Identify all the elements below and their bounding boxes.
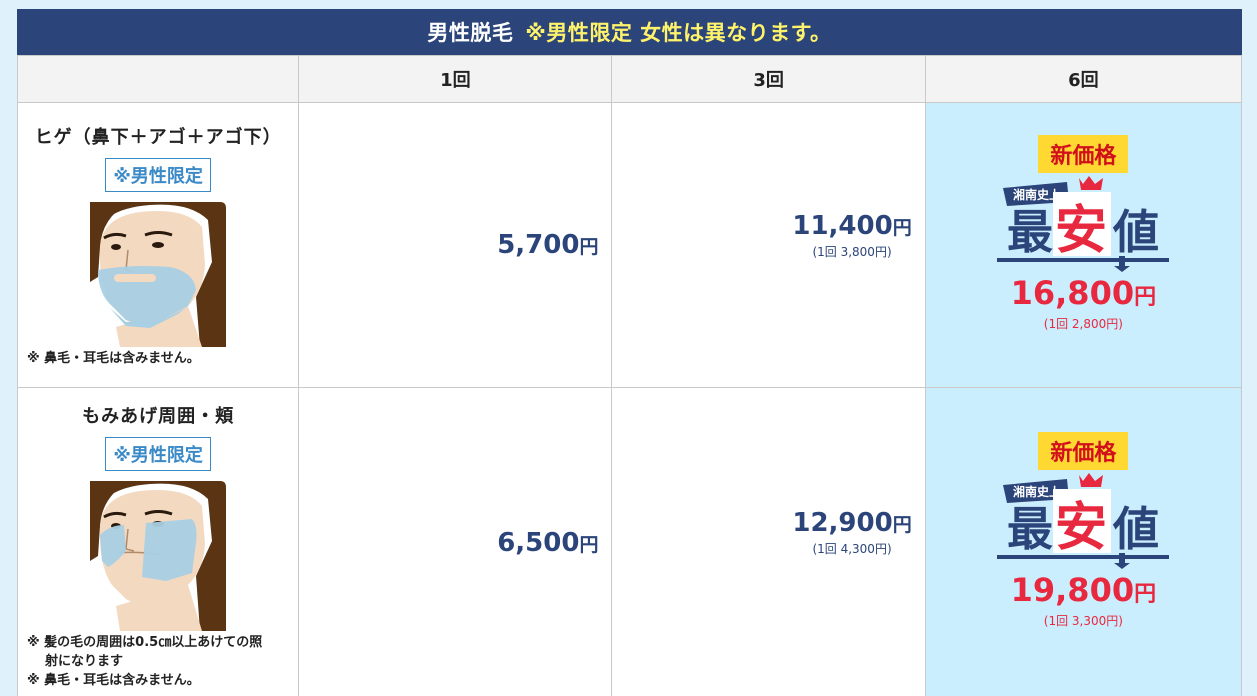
price-table: 1回 3回 6回 ヒゲ（鼻下＋アゴ＋アゴ下） ※男性限定 ※ 鼻毛・耳毛は含みま…: [17, 55, 1242, 696]
per-session-price: (1回 4,300円): [812, 542, 892, 556]
banner-title: 男性脱毛: [427, 21, 514, 45]
header-1-session: 1回: [298, 55, 613, 103]
header-6-sessions: 6回: [924, 55, 1242, 103]
price-value: 12,900円: [792, 508, 912, 538]
price-1-session: 5,700円: [298, 102, 613, 388]
price-value: 6,500円: [497, 527, 599, 558]
area-cell: ヒゲ（鼻下＋アゴ＋アゴ下） ※男性限定 ※ 鼻毛・耳毛は含みません。: [17, 102, 300, 388]
table-row: もみあげ周囲・頬 ※男性限定 ※ 髪の毛の周囲は0.5㎝以上あけての照 射になり…: [17, 387, 1242, 696]
svg-text:安: 安: [1055, 201, 1107, 261]
price-3-sessions: 11,400円 (1回 3,800円): [611, 102, 926, 388]
price-value: 5,700円: [497, 230, 599, 260]
svg-text:最: 最: [1007, 205, 1053, 259]
new-price-tag: 新価格: [1038, 135, 1129, 173]
price-6-sessions: 新価格 湘南史上 最 安 値 19,800円 (1回 3,300円): [924, 387, 1242, 696]
area-notes: ※ 鼻毛・耳毛は含みません。: [18, 349, 298, 368]
area-name: ヒゲ（鼻下＋アゴ＋アゴ下）: [34, 127, 282, 148]
note-line: ※ 鼻毛・耳毛は含みません。: [27, 673, 200, 688]
new-price-tag: 新価格: [1038, 432, 1129, 470]
area-notes: ※ 髪の毛の周囲は0.5㎝以上あけての照 射になります ※ 鼻毛・耳毛は含みませ…: [18, 633, 298, 690]
price-value: 11,400円: [792, 210, 912, 241]
section-banner: 男性脱毛 ※男性限定 女性は異なります。: [17, 9, 1242, 55]
svg-text:安: 安: [1055, 498, 1107, 558]
beard-area-illustration: [90, 202, 227, 347]
table-row: ヒゲ（鼻下＋アゴ＋アゴ下） ※男性限定 ※ 鼻毛・耳毛は含みません。 5,700…: [17, 102, 1242, 388]
price-6-value: 19,800円: [1010, 571, 1157, 609]
price-6-sessions: 新価格 湘南史上 最 安 値 16,800円 (1回 2,800円): [924, 102, 1242, 388]
men-only-badge: ※男性限定: [105, 158, 211, 192]
lowest-price-badge: 湘南史上 最 安 値: [997, 176, 1170, 272]
men-only-badge: ※男性限定: [105, 437, 211, 471]
header-3-sessions: 3回: [611, 55, 926, 103]
note-line: ※ 髪の毛の周囲は0.5㎝以上あけての照: [27, 635, 263, 650]
lowest-price-badge: 湘南史上 最 安 値: [997, 473, 1170, 569]
area-cell: もみあげ周囲・頬 ※男性限定 ※ 髪の毛の周囲は0.5㎝以上あけての照 射になり…: [17, 387, 300, 696]
per-session-price: (1回 2,800円): [1043, 317, 1123, 331]
price-1-session: 6,500円: [298, 387, 613, 696]
area-name: もみあげ周囲・頬: [82, 406, 235, 427]
svg-text:最: 最: [1007, 502, 1053, 556]
svg-text:値: 値: [1112, 205, 1159, 259]
table-header-row: 1回 3回 6回: [17, 55, 1242, 103]
price-table-panel: 男性脱毛 ※男性限定 女性は異なります。 1回 3回 6回 ヒゲ（鼻下＋アゴ＋ア…: [17, 9, 1242, 696]
note-line: 射になります: [45, 654, 124, 669]
banner-highlight: ※男性限定 女性は異なります。: [525, 21, 832, 45]
price-6-value: 16,800円: [1010, 274, 1157, 312]
header-empty: [17, 55, 300, 103]
svg-text:値: 値: [1112, 502, 1159, 556]
note-line: ※ 鼻毛・耳毛は含みません。: [27, 351, 200, 366]
price-3-sessions: 12,900円 (1回 4,300円): [611, 387, 926, 696]
sideburn-cheek-illustration: [90, 481, 227, 631]
per-session-price: (1回 3,300円): [1043, 614, 1123, 628]
per-session-price: (1回 3,800円): [812, 244, 892, 259]
